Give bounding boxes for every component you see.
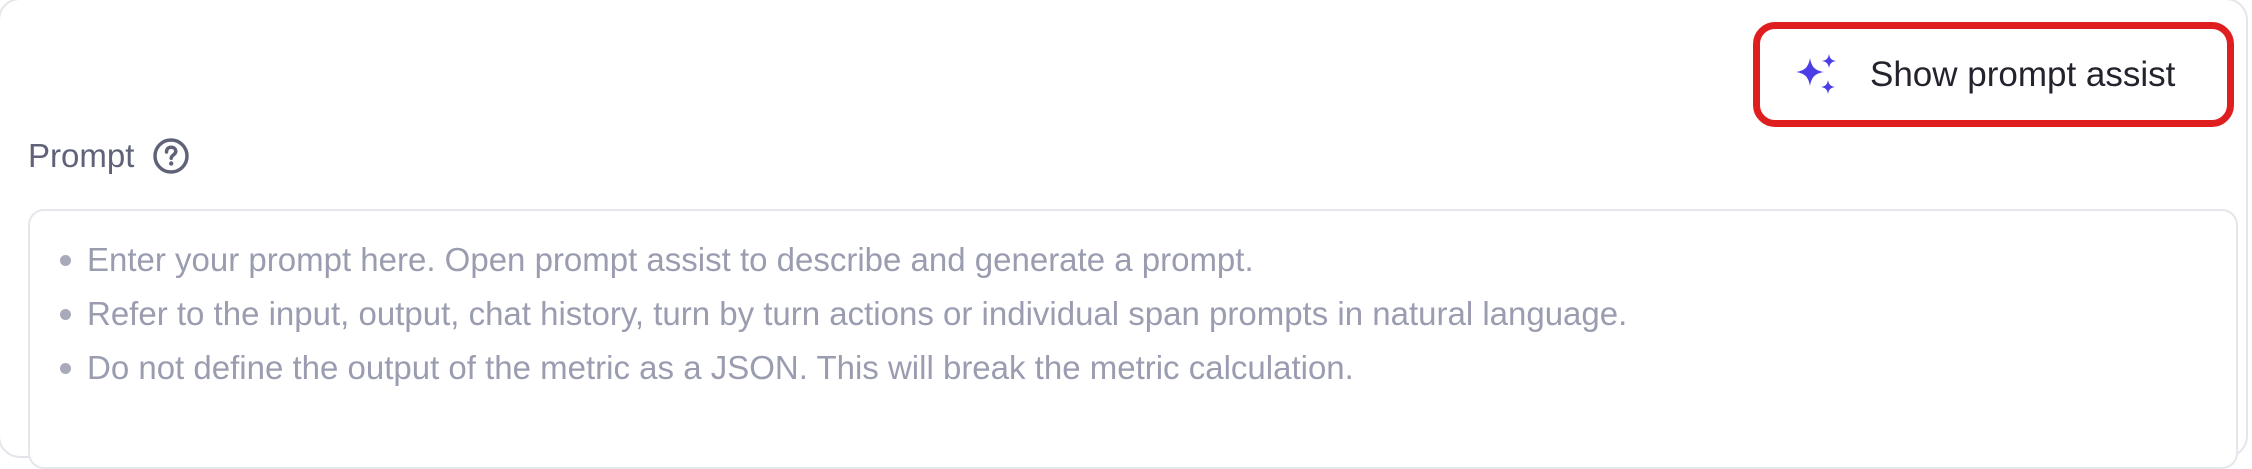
placeholder-list: Enter your prompt here. Open prompt assi… [60,233,2236,395]
placeholder-line: Do not define the output of the metric a… [60,341,2236,395]
placeholder-text: Do not define the output of the metric a… [87,349,1354,386]
bullet-icon [60,362,71,374]
prompt-label: Prompt [28,137,135,174]
placeholder-line: Refer to the input, output, chat history… [60,287,2236,341]
show-prompt-assist-button[interactable]: Show prompt assist [1753,22,2234,127]
show-prompt-assist-label: Show prompt assist [1870,54,2176,94]
bullet-icon [60,254,71,266]
sparkles-icon [1794,52,1840,98]
question-circle-icon[interactable] [152,137,190,175]
placeholder-text: Refer to the input, output, chat history… [87,295,1628,332]
placeholder-text: Enter your prompt here. Open prompt assi… [87,241,1254,278]
prompt-label-row: Prompt [28,134,190,178]
bullet-icon [60,308,71,320]
prompt-textarea[interactable]: Enter your prompt here. Open prompt assi… [28,209,2238,469]
placeholder-line: Enter your prompt here. Open prompt assi… [60,233,2236,287]
